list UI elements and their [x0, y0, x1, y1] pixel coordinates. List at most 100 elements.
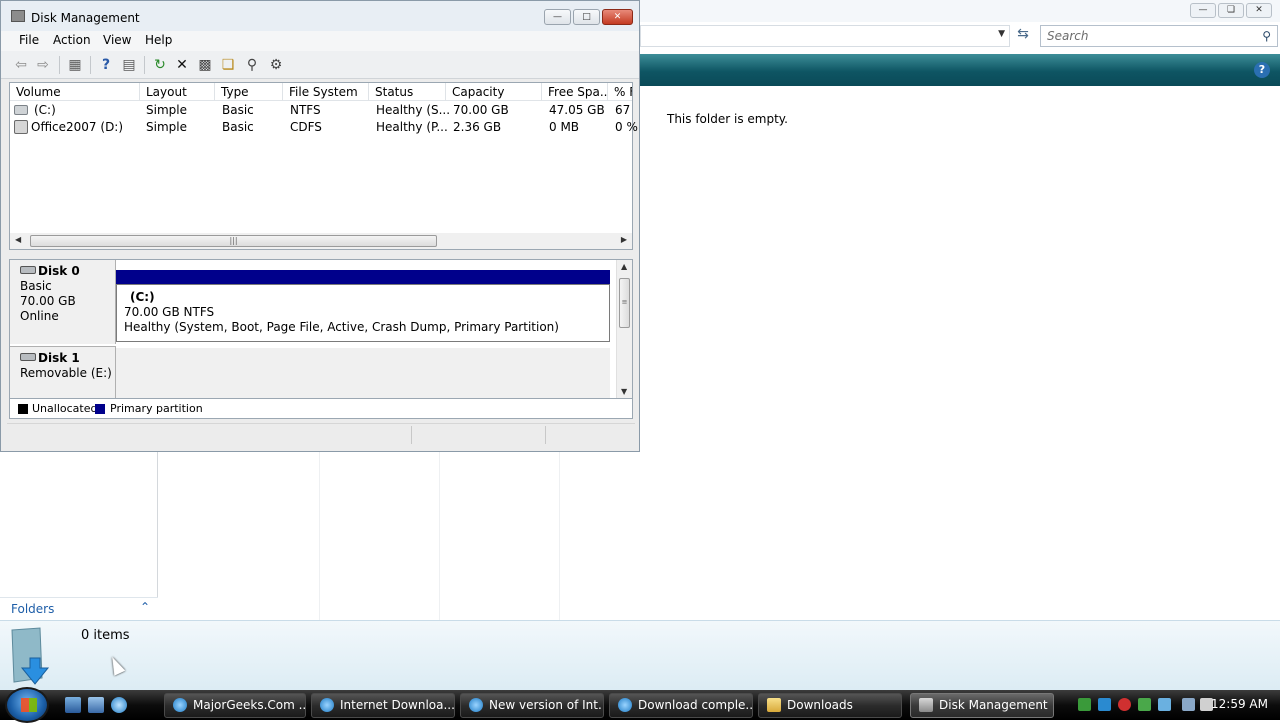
horizontal-scrollbar[interactable]: ◀ ||| ▶: [10, 233, 632, 249]
ie-icon: [618, 698, 632, 712]
security-alert-icon[interactable]: [1118, 698, 1131, 711]
tray-app-icon[interactable]: [1138, 698, 1151, 711]
vertical-scrollbar[interactable]: ▲ ≡ ▼: [616, 260, 632, 398]
close-button[interactable]: ✕: [1246, 3, 1272, 18]
hard-drive-icon: [14, 105, 28, 115]
menu-file[interactable]: File: [19, 33, 39, 47]
refresh-icon[interactable]: ⇆: [1012, 26, 1034, 46]
internet-explorer-icon[interactable]: [111, 697, 127, 713]
menu-help[interactable]: Help: [145, 33, 172, 47]
volume-row[interactable]: Office2007 (D:) Simple Basic CDFS Health…: [10, 119, 638, 136]
status-bar: [7, 423, 635, 445]
network-icon[interactable]: [1182, 698, 1195, 711]
taskbar-item[interactable]: Downloads: [758, 693, 902, 718]
cell-layout: Simple: [146, 120, 187, 134]
column-type[interactable]: Type: [215, 83, 283, 101]
scroll-thumb[interactable]: |||: [30, 235, 437, 247]
refresh-icon[interactable]: ↻: [151, 56, 169, 74]
column-volume[interactable]: Volume: [10, 83, 140, 101]
folders-label: Folders: [11, 602, 55, 616]
properties-icon[interactable]: ▩: [196, 56, 214, 74]
disk-0-label[interactable]: Disk 0 Basic 70.00 GB Online: [10, 260, 116, 344]
partition-c[interactable]: (C:) 70.00 GB NTFS Healthy (System, Boot…: [116, 284, 610, 342]
open-icon[interactable]: ❏: [219, 56, 237, 74]
taskbar-item[interactable]: Download comple...: [609, 693, 753, 718]
column-free-space[interactable]: Free Spa...: [542, 83, 608, 101]
dm-titlebar[interactable]: Disk Management — □ ✕: [1, 1, 639, 31]
close-button[interactable]: ✕: [602, 9, 633, 25]
cell-status: Healthy (P...: [376, 120, 448, 134]
task-label: Download comple...: [638, 698, 753, 712]
disk-graphical-view[interactable]: Disk 0 Basic 70.00 GB Online (C:) 70.00 …: [9, 259, 633, 399]
disk-management-window: Disk Management — □ ✕ File Action View H…: [0, 0, 640, 452]
address-bar[interactable]: ▼: [640, 25, 1010, 47]
partition-size-fs: 70.00 GB NTFS: [124, 305, 215, 319]
cell-free-space: 0 MB: [549, 120, 580, 134]
item-count: 0 items: [81, 628, 130, 643]
explore-icon[interactable]: ⚲: [243, 56, 261, 74]
address-dropdown-icon[interactable]: ▼: [998, 29, 1005, 39]
menu-view[interactable]: View: [103, 33, 131, 47]
restore-button[interactable]: ❏: [1218, 3, 1244, 18]
help-icon[interactable]: ?: [1254, 62, 1270, 78]
windows-logo-icon: [21, 698, 37, 712]
menu-action[interactable]: Action: [53, 33, 91, 47]
file-list-area[interactable]: [158, 452, 640, 620]
scroll-down-arrow-icon[interactable]: ▼: [621, 387, 627, 396]
back-icon[interactable]: ⇦: [12, 56, 30, 74]
cell-type: Basic: [222, 103, 254, 117]
taskbar-item[interactable]: Internet Downloa...: [311, 693, 455, 718]
disk-icon: [20, 266, 36, 274]
system-tray: 12:59 AM: [1074, 692, 1280, 718]
volume-row[interactable]: (C:) Simple Basic NTFS Healthy (S... 70.…: [10, 102, 632, 119]
cell-capacity: 2.36 GB: [453, 120, 502, 134]
scroll-thumb[interactable]: ≡: [619, 278, 630, 328]
tray-app-icon[interactable]: [1078, 698, 1091, 711]
volume-list[interactable]: Volume Layout Type File System Status Ca…: [9, 82, 638, 250]
taskbar-item[interactable]: New version of Int...: [460, 693, 604, 718]
maximize-button[interactable]: □: [573, 9, 600, 25]
disk-1-area[interactable]: [116, 348, 610, 398]
status-separator: [411, 426, 412, 444]
properties-view-icon[interactable]: ▤: [120, 56, 138, 74]
cell-layout: Simple: [146, 103, 187, 117]
column-capacity[interactable]: Capacity: [446, 83, 542, 101]
column-divider: [439, 452, 440, 620]
scroll-right-arrow-icon[interactable]: ▶: [621, 235, 627, 244]
scroll-left-arrow-icon[interactable]: ◀: [15, 235, 21, 244]
scroll-up-arrow-icon[interactable]: ▲: [621, 262, 627, 271]
tray-app-icon[interactable]: [1098, 698, 1111, 711]
minimize-button[interactable]: —: [1190, 3, 1216, 18]
disk-name: Disk 1: [38, 351, 80, 365]
taskbar-item[interactable]: MajorGeeks.Com ...: [164, 693, 306, 718]
help-icon[interactable]: ?: [97, 56, 115, 74]
tray-app-icon[interactable]: [1158, 698, 1171, 711]
clock[interactable]: 12:59 AM: [1211, 697, 1268, 711]
explorer-window-controls: — ❏ ✕: [1190, 3, 1272, 18]
status-separator: [545, 426, 546, 444]
column-status[interactable]: Status: [369, 83, 446, 101]
column-file-system[interactable]: File System: [283, 83, 369, 101]
legend-primary-partition: Primary partition: [110, 402, 203, 415]
disk-1-label[interactable]: Disk 1 Removable (E:): [10, 346, 116, 398]
minimize-button[interactable]: —: [544, 9, 571, 25]
folders-toggle[interactable]: Folders ⌃: [0, 597, 158, 620]
forward-icon[interactable]: ⇨: [34, 56, 52, 74]
taskbar-item-active[interactable]: Disk Management: [910, 693, 1054, 718]
disk-management-icon: [11, 10, 25, 22]
delete-icon[interactable]: ✕: [173, 56, 191, 74]
toolbar-separator: [59, 56, 60, 74]
show-desktop-icon[interactable]: [65, 697, 81, 713]
cell-percent-free: 0 %: [615, 120, 638, 134]
column-layout[interactable]: Layout: [140, 83, 215, 101]
show-hide-tree-icon[interactable]: ▦: [66, 56, 84, 74]
settings-icon[interactable]: ⚙: [267, 56, 285, 74]
search-input[interactable]: Search ⚲: [1040, 25, 1278, 47]
column-percent-free[interactable]: % F: [608, 83, 632, 101]
search-icon[interactable]: ⚲: [1262, 29, 1271, 43]
folder-icon: [767, 698, 781, 712]
menu-bar: File Action View Help: [1, 31, 639, 51]
start-button[interactable]: [5, 687, 49, 723]
task-label: Downloads: [787, 698, 853, 712]
switch-windows-icon[interactable]: [88, 697, 104, 713]
